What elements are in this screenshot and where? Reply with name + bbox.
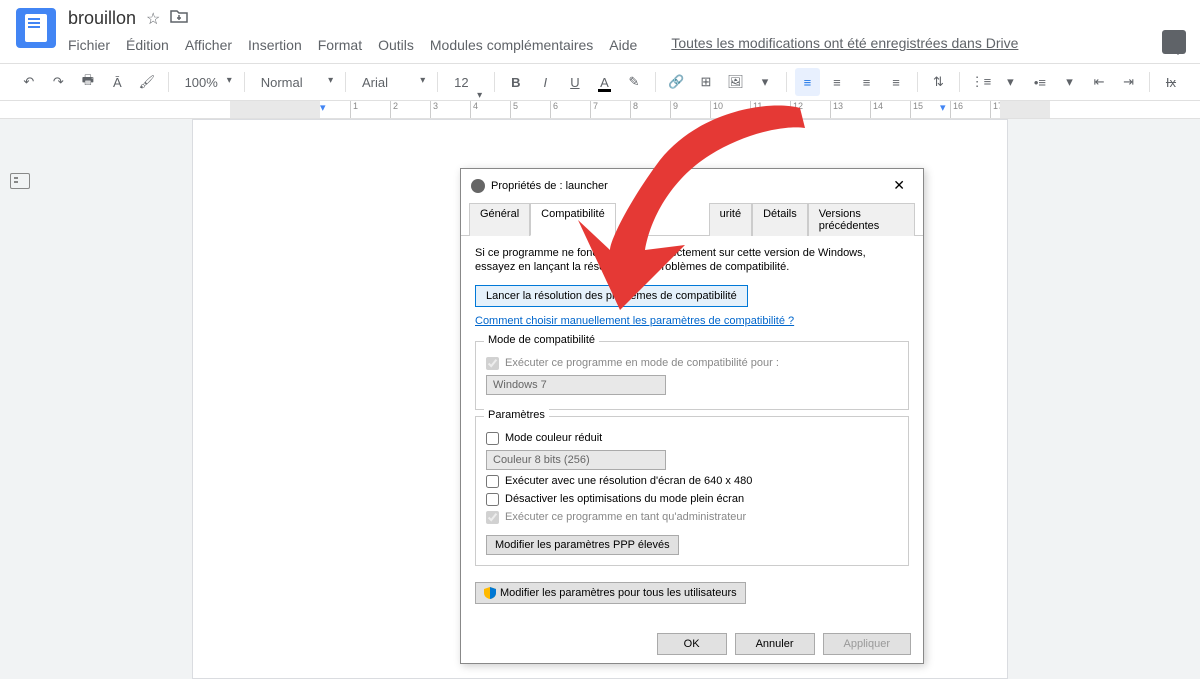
menu-file[interactable]: Fichier <box>68 35 110 55</box>
reduced-color-checkbox[interactable] <box>486 432 499 445</box>
run-as-admin-label: Exécuter ce programme en tant qu'adminis… <box>505 511 746 523</box>
close-button[interactable]: ✕ <box>885 175 913 196</box>
list-dropdown-1[interactable]: ▾ <box>998 68 1024 96</box>
style-select[interactable]: Normal <box>253 71 337 94</box>
cancel-button[interactable]: Annuler <box>735 633 815 655</box>
increase-indent-button[interactable]: ⇥ <box>1116 68 1142 96</box>
align-justify-button[interactable]: ≡ <box>883 68 909 96</box>
compat-mode-group-title: Mode de compatibilité <box>484 334 599 346</box>
document-title[interactable]: brouillon <box>68 8 136 29</box>
save-status[interactable]: Toutes les modifications ont été enregis… <box>671 35 1018 55</box>
italic-button[interactable]: I <box>533 68 559 96</box>
ok-button[interactable]: OK <box>657 633 727 655</box>
settings-group-title: Paramètres <box>484 409 549 421</box>
tab-details[interactable]: Détails <box>752 203 808 236</box>
compat-mode-label: Exécuter ce programme en mode de compati… <box>505 357 779 369</box>
manual-settings-link[interactable]: Comment choisir manuellement les paramèt… <box>475 315 794 327</box>
spellcheck-button[interactable]: Ā <box>105 68 131 96</box>
tab-security[interactable]: urité <box>709 203 752 236</box>
clear-formatting-button[interactable]: Ix <box>1158 68 1184 96</box>
apply-button: Appliquer <box>823 633 911 655</box>
menu-format[interactable]: Format <box>318 35 362 55</box>
shield-icon <box>484 587 496 599</box>
menu-addons[interactable]: Modules complémentaires <box>430 35 593 55</box>
fullscreen-opt-checkbox[interactable] <box>486 493 499 506</box>
resolution-label: Exécuter avec une résolution d'écran de … <box>505 475 752 487</box>
high-dpi-button[interactable]: Modifier les paramètres PPP élevés <box>486 535 679 555</box>
print-button[interactable]: 🖶 <box>75 68 101 96</box>
line-spacing-button[interactable]: ⇅ <box>926 68 952 96</box>
properties-dialog: Propriétés de : launcher ✕ Général Compa… <box>460 168 924 664</box>
color-depth-select: Couleur 8 bits (256) <box>486 450 666 470</box>
outline-toggle-icon[interactable] <box>10 173 30 189</box>
resolution-checkbox[interactable] <box>486 475 499 488</box>
zoom-select[interactable]: 100% <box>177 71 236 94</box>
paint-format-button[interactable]: 🖌 <box>134 68 160 96</box>
menu-help[interactable]: Aide <box>609 35 637 55</box>
compat-mode-checkbox <box>486 357 499 370</box>
text-color-button[interactable]: A <box>592 68 618 96</box>
tab-previous-versions[interactable]: Versions précédentes <box>808 203 915 236</box>
redo-button[interactable]: ↷ <box>46 68 72 96</box>
fullscreen-opt-label: Désactiver les optimisations du mode ple… <box>505 493 744 505</box>
font-size-select[interactable]: 12 <box>446 71 486 94</box>
tab-compatibility[interactable]: Compatibilité <box>530 203 616 236</box>
menu-view[interactable]: Afficher <box>185 35 232 55</box>
list-dropdown-2[interactable]: ▾ <box>1057 68 1083 96</box>
docs-logo-icon[interactable] <box>16 8 56 48</box>
align-right-button[interactable]: ≡ <box>854 68 880 96</box>
launcher-icon <box>471 179 485 193</box>
change-all-users-label: Modifier les paramètres pour tous les ut… <box>500 587 737 599</box>
compat-os-select: Windows 7 <box>486 375 666 395</box>
change-all-users-button[interactable]: Modifier les paramètres pour tous les ut… <box>475 582 746 604</box>
align-left-button[interactable]: ≡ <box>795 68 821 96</box>
underline-button[interactable]: U <box>562 68 588 96</box>
bulleted-list-button[interactable]: •≡ <box>1027 68 1053 96</box>
image-dropdown[interactable]: ▾ <box>752 68 778 96</box>
ruler[interactable]: ▾ ▾ 21123456789101112131415161718 <box>0 101 1200 119</box>
compat-description: Si ce programme ne fonctionne pas correc… <box>475 246 909 275</box>
menu-edit[interactable]: Édition <box>126 35 169 55</box>
link-button[interactable]: 🔗 <box>664 68 690 96</box>
bold-button[interactable]: B <box>503 68 529 96</box>
menu-insert[interactable]: Insertion <box>248 35 302 55</box>
comment-button[interactable]: ⊞ <box>693 68 719 96</box>
move-folder-icon[interactable] <box>170 9 188 28</box>
image-button[interactable]: 🖼 <box>723 68 749 96</box>
decrease-indent-button[interactable]: ⇤ <box>1086 68 1112 96</box>
star-icon[interactable]: ☆ <box>146 9 160 29</box>
reduced-color-label: Mode couleur réduit <box>505 432 602 444</box>
comments-icon[interactable] <box>1162 30 1186 54</box>
numbered-list-button[interactable]: ⋮≡ <box>968 68 994 96</box>
tab-general[interactable]: Général <box>469 203 530 236</box>
undo-button[interactable]: ↶ <box>16 68 42 96</box>
menu-tools[interactable]: Outils <box>378 35 414 55</box>
font-select[interactable]: Arial <box>354 71 429 94</box>
highlight-button[interactable]: ✎ <box>621 68 647 96</box>
dialog-title: Propriétés de : launcher <box>491 180 608 192</box>
run-as-admin-checkbox <box>486 511 499 524</box>
run-troubleshooter-button[interactable]: Lancer la résolution des problèmes de co… <box>475 285 748 307</box>
align-center-button[interactable]: ≡ <box>824 68 850 96</box>
